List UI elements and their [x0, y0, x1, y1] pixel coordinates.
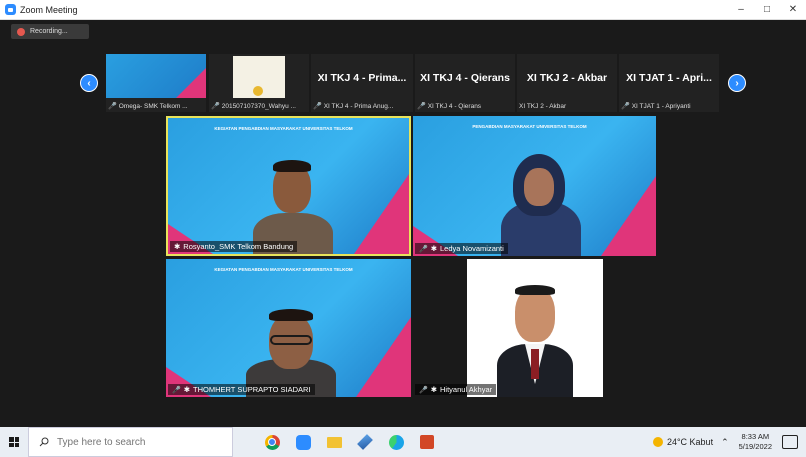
pin-icon: ✱: [430, 244, 438, 253]
participant-big-name: XI TKJ 4 - Prima...: [317, 72, 407, 84]
muted-mic-icon: 🎤: [108, 103, 117, 110]
taskbar-search[interactable]: [28, 427, 233, 457]
muted-mic-icon: 🎤: [419, 386, 428, 394]
muted-mic-icon: 🎤: [211, 103, 220, 110]
pin-icon: ✱: [174, 242, 181, 251]
participant-name: XI TKJ 2 - Akbar: [519, 103, 567, 110]
taskbar: 24°C Kabut ⌃ 8:33 AM 5/19/2022: [0, 427, 806, 457]
slide-banner: PENGABDIAN MASYARAKAT UNIVERSITAS TELKOM: [472, 124, 587, 129]
slide-banner: KEGIATAN PENGABDIAN MASYARAKAT UNIVERSIT…: [214, 126, 353, 131]
window-title: Zoom Meeting: [20, 4, 78, 15]
date-text: 5/19/2022: [738, 442, 772, 451]
title-bar: Zoom Meeting – □ ✕: [0, 0, 806, 20]
pin-icon: ✱: [430, 385, 438, 394]
video-tile[interactable]: KEGIATAN PENGABDIAN MASYARAKAT UNIVERSIT…: [166, 259, 411, 397]
pen-app-icon[interactable]: [355, 432, 375, 452]
record-icon: [17, 27, 25, 36]
participant-name: Omega- SMK Telkom ...: [118, 102, 188, 110]
close-button[interactable]: ✕: [780, 0, 806, 19]
participant-big-name: XI TKJ 2 - Akbar: [526, 72, 608, 84]
muted-mic-icon: 🎤: [621, 103, 630, 110]
time-text: 8:33 AM: [741, 432, 770, 441]
file-explorer-icon[interactable]: [324, 432, 344, 452]
minimize-button[interactable]: –: [728, 0, 754, 19]
participant-big-name: XI TKJ 4 - Qierans: [420, 72, 510, 84]
weather-icon: [652, 437, 663, 447]
recording-label: Recording...: [30, 28, 68, 35]
participant-big-name: XI TJAT 1 - Apri...: [626, 72, 712, 84]
muted-mic-icon: 🎤: [419, 245, 428, 253]
thumbnail-tile[interactable]: XI TKJ 2 - Akbar XI TKJ 2 - Akbar: [517, 54, 617, 112]
clock[interactable]: 8:33 AM 5/19/2022: [739, 432, 772, 452]
video-tile-active-speaker[interactable]: KEGIATAN PENGABDIAN MASYARAKAT UNIVERSIT…: [166, 116, 411, 256]
thumbnail-tile[interactable]: XI TKJ 4 - Qierans 🎤 XI TKJ 4 - Qierans: [415, 54, 515, 112]
weather-text: 24°C Kabut: [666, 437, 714, 447]
participant-name: XI TKJ 4 - Qierans: [427, 102, 482, 110]
pin-icon: ✱: [183, 385, 191, 394]
chevron-up-icon[interactable]: ⌃: [721, 437, 729, 448]
powerpoint-icon[interactable]: [417, 432, 437, 452]
notification-icon[interactable]: [782, 435, 798, 449]
thumbnail-tile[interactable]: 🎤 Omega- SMK Telkom ...: [106, 54, 206, 112]
thumbnail-tile[interactable]: 🎤 201507107370_Wahyu ...: [209, 54, 309, 112]
video-tile[interactable]: 🎤 ✱ Hityanul Akhyar: [413, 259, 656, 397]
weather-widget[interactable]: 24°C Kabut: [652, 437, 714, 447]
participant-name: XI TKJ 4 - Prima Anug...: [323, 102, 394, 110]
zoom-app-icon[interactable]: [293, 432, 313, 452]
slide-banner: KEGIATAN PENGABDIAN MASYARAKAT UNIVERSIT…: [214, 267, 353, 272]
zoom-logo-icon: [5, 4, 16, 15]
next-page-button[interactable]: ›: [728, 74, 746, 92]
participant-name: XI TJAT 1 - Apriyanti: [631, 102, 691, 110]
maximize-button[interactable]: □: [754, 0, 780, 19]
participant-name: Rosyanto_SMK Telkom Bandung: [183, 242, 294, 251]
previous-page-button[interactable]: ‹: [80, 74, 98, 92]
chrome-icon[interactable]: [262, 432, 282, 452]
muted-mic-icon: 🎤: [313, 103, 322, 110]
participant-name: 201507107370_Wahyu ...: [221, 102, 296, 110]
windows-logo-icon: [9, 437, 19, 447]
thumbnail-tile[interactable]: XI TKJ 4 - Prima... 🎤 XI TKJ 4 - Prima An…: [311, 54, 413, 112]
edge-icon[interactable]: [386, 432, 406, 452]
video-tile[interactable]: PENGABDIAN MASYARAKAT UNIVERSITAS TELKOM…: [413, 116, 656, 256]
muted-mic-icon: 🎤: [172, 386, 181, 394]
meeting-area: Recording... ‹ 🎤 Omega- SMK Telkom ... 🎤 2…: [0, 20, 806, 427]
recording-indicator[interactable]: Recording...: [11, 24, 89, 39]
search-icon: [39, 437, 49, 447]
participant-name: THOMHERT SUPRAPTO SIADARI: [193, 385, 311, 394]
participant-name: Ledya Novamizanti: [440, 244, 504, 253]
start-button[interactable]: [0, 427, 28, 457]
search-input[interactable]: [55, 435, 219, 449]
thumbnail-tile[interactable]: XI TJAT 1 - Apri... 🎤 XI TJAT 1 - Apriyan…: [619, 54, 719, 112]
participant-photo: [467, 259, 603, 397]
muted-mic-icon: 🎤: [417, 103, 426, 110]
participant-name: Hityanul Akhyar: [440, 385, 493, 394]
